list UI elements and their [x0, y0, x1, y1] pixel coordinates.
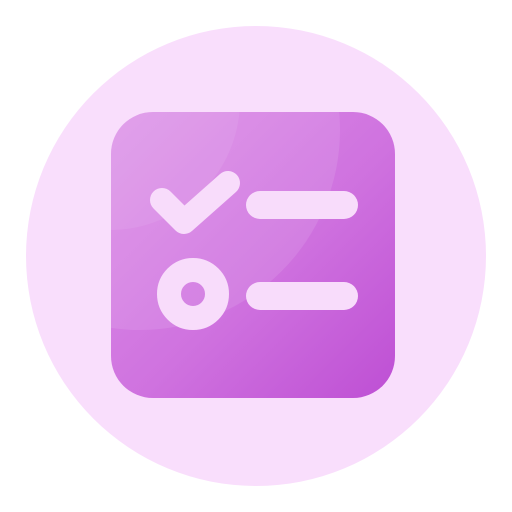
icon-canvas: [0, 0, 512, 512]
checklist-icon: [26, 26, 486, 486]
